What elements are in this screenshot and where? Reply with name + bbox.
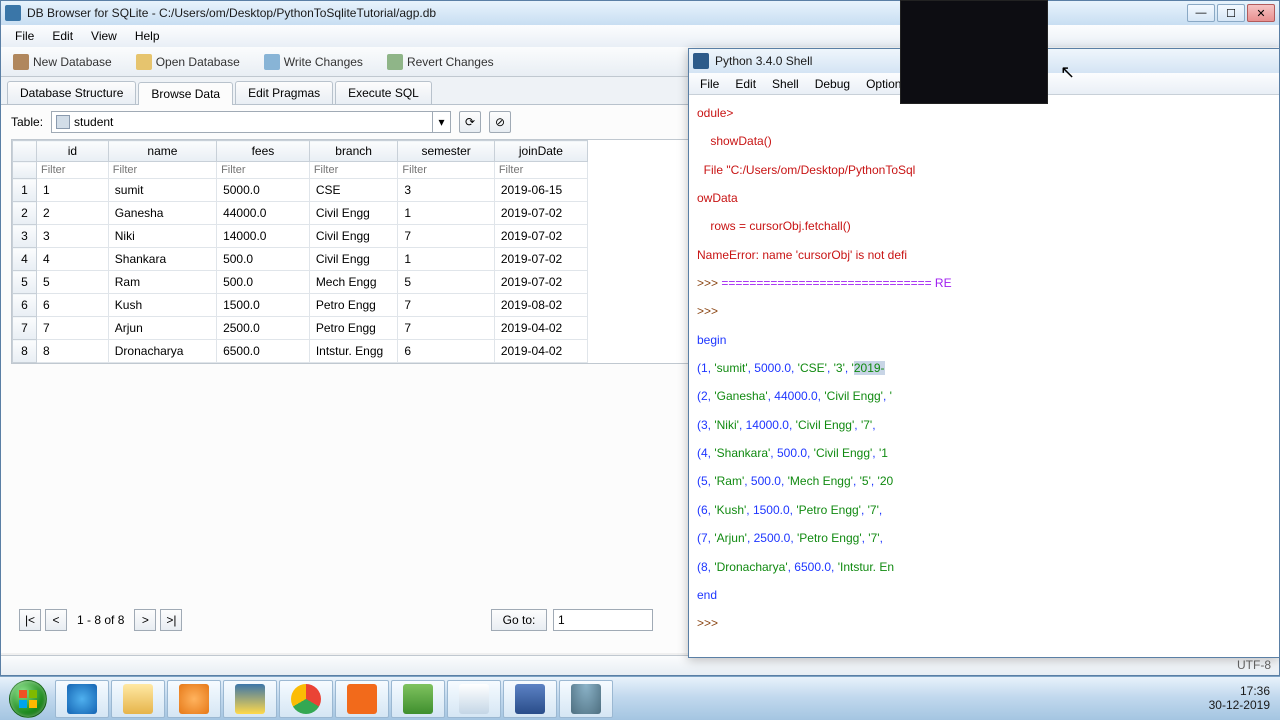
pager-next[interactable]: > — [134, 609, 156, 631]
idle-icon — [459, 684, 489, 714]
table-select[interactable]: student ▾ — [51, 111, 451, 133]
table-select-value: student — [74, 115, 113, 129]
python-icon — [693, 53, 709, 69]
col-branch[interactable]: branch — [309, 141, 398, 162]
taskbar-app2[interactable] — [391, 680, 445, 718]
windows-orb-icon — [9, 680, 47, 718]
tab-browse-data[interactable]: Browse Data — [138, 82, 233, 105]
pager-first[interactable]: |< — [19, 609, 41, 631]
taskbar-app3[interactable] — [503, 680, 557, 718]
table-row[interactable]: 44Shankara500.0Civil Engg12019-07-02 — [13, 248, 588, 271]
py-menu-debug[interactable]: Debug — [808, 75, 857, 93]
filter-input[interactable] — [111, 162, 214, 178]
python-icon — [235, 684, 265, 714]
menu-view[interactable]: View — [83, 27, 125, 45]
db-titlebar[interactable]: DB Browser for SQLite - C:/Users/om/Desk… — [1, 1, 1279, 25]
write-icon — [264, 54, 280, 70]
table-row[interactable]: 55Ram500.0Mech Engg52019-07-02 — [13, 271, 588, 294]
new-database-button[interactable]: New Database — [7, 51, 118, 73]
menu-file[interactable]: File — [7, 27, 42, 45]
py-output[interactable]: odule> showData() File "C:/Users/om/Desk… — [689, 95, 1279, 642]
webcam-overlay — [900, 0, 1048, 104]
table-row[interactable]: 33Niki14000.0Civil Engg72019-07-02 — [13, 225, 588, 248]
tab-edit-pragmas[interactable]: Edit Pragmas — [235, 81, 333, 104]
db-app-icon — [5, 5, 21, 21]
goto-button[interactable]: Go to: — [491, 609, 547, 631]
app-icon — [347, 684, 377, 714]
pager-last[interactable]: >| — [160, 609, 182, 631]
python-shell-window: Python 3.4.0 Shell File Edit Shell Debug… — [688, 48, 1280, 658]
database-icon — [571, 684, 601, 714]
filter-input[interactable] — [312, 162, 396, 178]
filter-input[interactable] — [219, 162, 307, 178]
close-button[interactable]: ✕ — [1247, 4, 1275, 22]
table-row[interactable]: 22Ganesha44000.0Civil Engg12019-07-02 — [13, 202, 588, 225]
minimize-button[interactable]: — — [1187, 4, 1215, 22]
table-row[interactable]: 77Arjun2500.0Petro Engg72019-04-02 — [13, 317, 588, 340]
folder-icon — [123, 684, 153, 714]
menu-edit[interactable]: Edit — [44, 27, 81, 45]
tab-database-structure[interactable]: Database Structure — [7, 81, 136, 104]
filter-input[interactable] — [400, 162, 491, 178]
col-name[interactable]: name — [108, 141, 216, 162]
ie-icon — [67, 684, 97, 714]
table-row[interactable]: 11sumit5000.0CSE32019-06-15 — [13, 179, 588, 202]
encoding-label: UTF-8 — [1237, 658, 1271, 673]
taskbar-explorer[interactable] — [111, 680, 165, 718]
table-icon — [56, 115, 70, 129]
write-changes-button[interactable]: Write Changes — [258, 51, 369, 73]
taskbar-media[interactable] — [167, 680, 221, 718]
taskbar: 17:36 30-12-2019 — [0, 676, 1280, 720]
taskbar-chrome[interactable] — [279, 680, 333, 718]
pager-range: 1 - 8 of 8 — [71, 613, 130, 627]
taskbar-python-shell[interactable] — [447, 680, 501, 718]
table-row[interactable]: 66Kush1500.0Petro Engg72019-08-02 — [13, 294, 588, 317]
py-menu-shell[interactable]: Shell — [765, 75, 806, 93]
chevron-down-icon: ▾ — [432, 112, 450, 132]
app-icon — [515, 684, 545, 714]
py-menu-edit[interactable]: Edit — [728, 75, 763, 93]
taskbar-ie[interactable] — [55, 680, 109, 718]
chrome-icon — [291, 684, 321, 714]
refresh-button[interactable]: ⟳ — [459, 111, 481, 133]
filter-input[interactable] — [497, 162, 585, 178]
clear-filters-button[interactable]: ⊘ — [489, 111, 511, 133]
menu-help[interactable]: Help — [127, 27, 168, 45]
taskbar-app1[interactable] — [335, 680, 389, 718]
table-label: Table: — [11, 115, 43, 129]
col-semester[interactable]: semester — [398, 141, 494, 162]
table-row[interactable]: 88Dronacharya6500.0Intstur. Engg62019-04… — [13, 340, 588, 363]
system-tray[interactable]: 17:36 30-12-2019 — [1199, 685, 1280, 713]
pager: |< < 1 - 8 of 8 > >| — [19, 609, 182, 631]
db-icon — [13, 54, 29, 70]
col-joinDate[interactable]: joinDate — [494, 141, 587, 162]
open-icon — [136, 54, 152, 70]
taskbar-python-ide[interactable] — [223, 680, 277, 718]
tray-date: 30-12-2019 — [1209, 699, 1270, 713]
revert-icon — [387, 54, 403, 70]
filter-input[interactable] — [39, 162, 106, 178]
col-fees[interactable]: fees — [217, 141, 310, 162]
py-menu-file[interactable]: File — [693, 75, 726, 93]
goto-input[interactable] — [553, 609, 653, 631]
revert-changes-button[interactable]: Revert Changes — [381, 51, 500, 73]
taskbar-db-browser[interactable] — [559, 680, 613, 718]
app-icon — [403, 684, 433, 714]
statusbar: UTF-8 — [1, 655, 1279, 675]
pager-prev[interactable]: < — [45, 609, 67, 631]
maximize-button[interactable]: ☐ — [1217, 4, 1245, 22]
db-menubar: File Edit View Help — [1, 25, 1279, 47]
media-icon — [179, 684, 209, 714]
start-button[interactable] — [2, 679, 54, 719]
tray-time: 17:36 — [1209, 685, 1270, 699]
col-id[interactable]: id — [37, 141, 109, 162]
open-database-button[interactable]: Open Database — [130, 51, 246, 73]
tab-execute-sql[interactable]: Execute SQL — [335, 81, 432, 104]
